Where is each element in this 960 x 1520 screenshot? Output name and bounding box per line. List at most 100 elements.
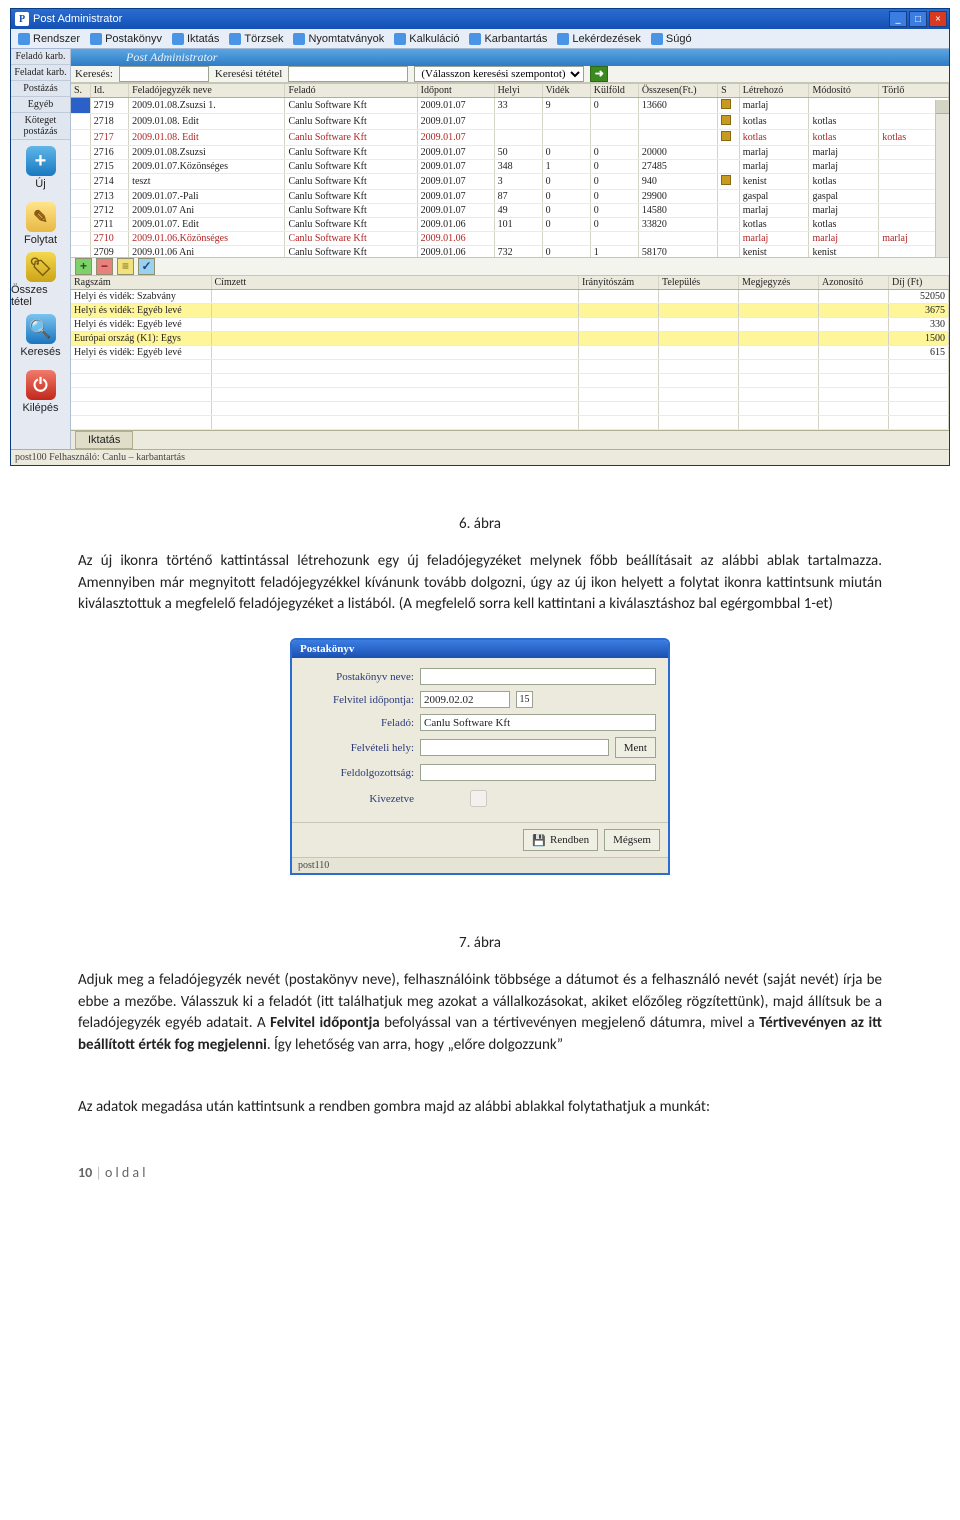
date-input[interactable]: 2009.02.02	[420, 691, 510, 708]
feldolgozottsag-input[interactable]	[420, 764, 656, 781]
left-tab[interactable]: Egyéb	[11, 97, 70, 113]
table-row[interactable]: 27132009.01.07.-PaliCanlu Software Kft20…	[71, 190, 949, 204]
column-header[interactable]: Település	[659, 276, 739, 290]
search-bar: Keresés: Keresési tététel (Válasszon ker…	[71, 66, 949, 83]
search-tetel-input[interactable]	[288, 66, 408, 82]
rendben-button[interactable]: 💾 Rendben	[523, 829, 598, 851]
menu-icon	[172, 33, 184, 45]
column-header[interactable]: Címzett	[211, 276, 579, 290]
magnifier-icon: 🔍	[26, 314, 56, 344]
table-row[interactable]: Helyi és vidék: Szabvány52050	[71, 290, 949, 304]
table-row[interactable]: 27172009.01.08. EditCanlu Software Kft20…	[71, 130, 949, 146]
column-header[interactable]: Id.	[90, 84, 128, 98]
column-header[interactable]: Vidék	[542, 84, 590, 98]
column-header[interactable]: Irányítószám	[579, 276, 659, 290]
column-header[interactable]: Azonosító	[819, 276, 889, 290]
table-row[interactable]: 27152009.01.07.KözönségesCanlu Software …	[71, 160, 949, 174]
menu-torzsek[interactable]: Törzsek	[226, 33, 286, 45]
kivezetve-checkbox	[422, 790, 535, 807]
remove-row-button[interactable]: −	[96, 258, 113, 275]
table-row[interactable]: 27162009.01.08.ZsuzsiCanlu Software Kft2…	[71, 146, 949, 160]
menu-karbantartas[interactable]: Karbantartás	[466, 33, 550, 45]
maximize-button[interactable]: □	[909, 11, 927, 27]
table-row[interactable]: 27112009.01.07. EditCanlu Software Kft20…	[71, 218, 949, 232]
column-header[interactable]: S.	[71, 84, 90, 98]
felado-select[interactable]: Canlu Software Kft	[420, 714, 656, 731]
column-header[interactable]: Összesen(Ft.)	[638, 84, 717, 98]
search-tetel-label: Keresési tététel	[215, 68, 283, 80]
app-screenshot: P Post Administrator _ □ × Rendszer Post…	[10, 8, 950, 466]
felveteli-hely-input[interactable]	[420, 739, 609, 756]
table-row[interactable]: 27092009.01.06 AniCanlu Software Kft2009…	[71, 246, 949, 257]
left-tab[interactable]: Köteget postázás	[11, 113, 70, 140]
column-header[interactable]: Létrehozó	[739, 84, 809, 98]
menu-kalkulacio[interactable]: Kalkuláció	[391, 33, 462, 45]
table-row[interactable]: 2714tesztCanlu Software Kft2009.01.07300…	[71, 174, 949, 190]
tool-continue[interactable]: ✎ Folytat	[11, 196, 70, 252]
menu-iktatas[interactable]: Iktatás	[169, 33, 222, 45]
bottom-tabbar: Iktatás	[71, 430, 949, 449]
search-aspect-select[interactable]: (Válasszon keresési szempontot)	[414, 66, 584, 82]
add-row-button[interactable]: +	[75, 258, 92, 275]
dialog-status: post110	[292, 857, 668, 873]
tag-icon: 🏷	[26, 252, 56, 282]
window-titlebar: P Post Administrator _ □ ×	[11, 9, 949, 29]
row-tool-button[interactable]: ✓	[138, 258, 155, 275]
edit-row-button[interactable]: ≡	[117, 258, 134, 275]
bottom-tab-iktatas[interactable]: Iktatás	[75, 431, 133, 449]
sub-toolbar: + − ≡ ✓	[71, 257, 949, 276]
column-header[interactable]: Helyi	[494, 84, 542, 98]
dialog-title: Postakönyv	[292, 640, 668, 658]
tool-search[interactable]: 🔍 Keresés	[11, 308, 70, 364]
table-row[interactable]: Helyi és vidék: Egyéb levé615	[71, 346, 949, 360]
postakonyv-name-input[interactable]	[420, 668, 656, 685]
column-header[interactable]: Megjegyzés	[739, 276, 819, 290]
vertical-scrollbar[interactable]	[935, 100, 949, 257]
column-header[interactable]: Módosító	[809, 84, 879, 98]
table-row[interactable]: 27102009.01.06.KözönségesCanlu Software …	[71, 232, 949, 246]
column-header[interactable]: Törlő	[879, 84, 949, 98]
tool-exit[interactable]: ⏻ Kilépés	[11, 364, 70, 420]
menubar: Rendszer Postakönyv Iktatás Törzsek Nyom…	[11, 29, 949, 49]
table-row[interactable]: Helyi és vidék: Egyéb levé3675	[71, 304, 949, 318]
status-icon	[721, 175, 731, 185]
column-header[interactable]: Díj (Ft)	[889, 276, 949, 290]
left-tab[interactable]: Feladat karb.	[11, 65, 70, 81]
column-header[interactable]: Időpont	[417, 84, 494, 98]
status-icon	[721, 131, 731, 141]
menu-postakonyv[interactable]: Postakönyv	[87, 33, 165, 45]
table-row[interactable]: Európai ország (K1): Egys1500	[71, 332, 949, 346]
column-header[interactable]: Ragszám	[71, 276, 211, 290]
column-header[interactable]: Feladó	[285, 84, 417, 98]
left-tab[interactable]: Postázás	[11, 81, 70, 97]
left-tab[interactable]: Feladó karb.	[11, 49, 70, 65]
table-row[interactable]: 27122009.01.07 AniCanlu Software Kft2009…	[71, 204, 949, 218]
column-header[interactable]: Feladójegyzék neve	[129, 84, 285, 98]
column-header[interactable]: S	[718, 84, 740, 98]
menu-sugo[interactable]: Súgó	[648, 33, 695, 45]
close-button[interactable]: ×	[929, 11, 947, 27]
search-input[interactable]	[119, 66, 209, 82]
paragraph: Adjuk meg a feladójegyzék nevét (postakö…	[78, 970, 882, 1057]
scroll-up-icon[interactable]	[936, 100, 949, 114]
menu-rendszer[interactable]: Rendszer	[15, 33, 83, 45]
table-row[interactable]: 27192009.01.08.Zsuzsi 1.Canlu Software K…	[71, 98, 949, 114]
tool-all-items[interactable]: 🏷 Összes tétel	[11, 252, 70, 308]
ment-button[interactable]: Ment	[615, 737, 656, 758]
column-header[interactable]: Külföld	[590, 84, 638, 98]
menu-icon	[90, 33, 102, 45]
table-row[interactable]: 27182009.01.08. EditCanlu Software Kft20…	[71, 114, 949, 130]
tool-new[interactable]: + Új	[11, 140, 70, 196]
menu-nyomtatvanyok[interactable]: Nyomtatványok	[290, 33, 387, 45]
search-go-button[interactable]: ➜	[590, 66, 608, 82]
minimize-button[interactable]: _	[889, 11, 907, 27]
megsem-button[interactable]: Mégsem	[604, 829, 660, 851]
table-row[interactable]: Helyi és vidék: Egyéb levé330	[71, 318, 949, 332]
menu-lekerdezesek[interactable]: Lekérdezések	[554, 33, 644, 45]
calendar-icon[interactable]: 15	[516, 691, 533, 708]
figure-caption: 6. ábra	[78, 514, 882, 536]
app-icon: P	[15, 12, 29, 26]
plus-icon: +	[26, 146, 56, 176]
window-title: Post Administrator	[33, 13, 122, 25]
field-label: Felvitel időpontja:	[304, 694, 414, 706]
